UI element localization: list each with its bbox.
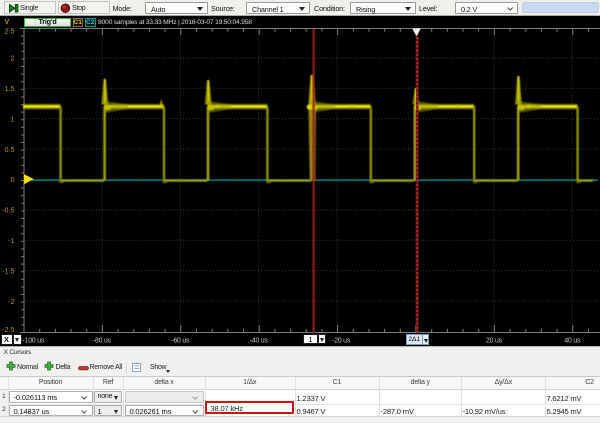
svg-text:-100 us: -100 us: [23, 337, 45, 344]
svg-text:-40 us: -40 us: [250, 337, 269, 344]
svg-text:-20 us: -20 us: [332, 337, 351, 344]
svg-text:1: 1: [11, 114, 15, 123]
svg-text:40 us: 40 us: [564, 337, 581, 344]
svg-text:-1: -1: [8, 236, 14, 245]
svg-text:-0.5: -0.5: [2, 206, 14, 215]
svg-text:1.5: 1.5: [5, 84, 15, 93]
svg-text:-2: -2: [8, 297, 14, 306]
svg-text:-80 us: -80 us: [93, 337, 112, 344]
svg-text:0: 0: [11, 175, 15, 184]
svg-text:2: 2: [11, 54, 15, 63]
svg-text:-1.5: -1.5: [2, 266, 14, 275]
svg-text:2.5: 2.5: [5, 26, 15, 35]
svg-text:-60 us: -60 us: [171, 337, 190, 344]
svg-text:20 us: 20 us: [486, 337, 503, 344]
svg-text:0.5: 0.5: [5, 145, 15, 154]
